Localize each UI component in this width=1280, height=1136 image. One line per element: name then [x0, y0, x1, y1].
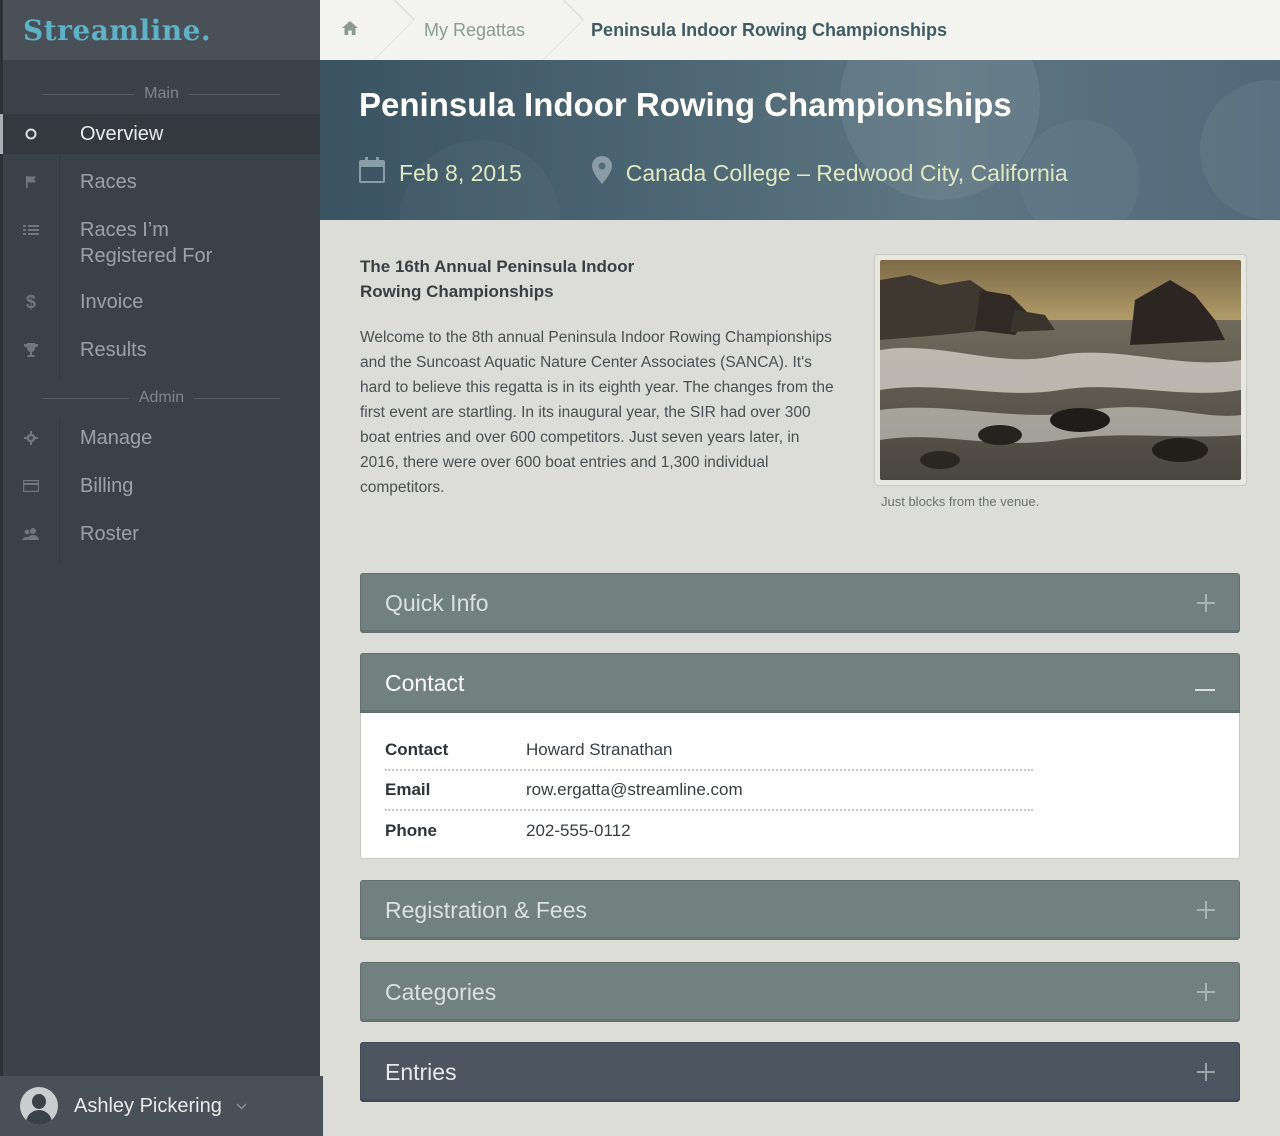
accordion-label: Quick Info	[385, 589, 489, 616]
contact-row: Email row.ergatta@streamline.com	[385, 771, 1033, 811]
intro-paragraph: Welcome to the 8th annual Peninsula Indo…	[360, 329, 834, 496]
accordion-registration-fees[interactable]: Registration & Fees	[360, 880, 1240, 940]
breadcrumb-my-regattas[interactable]: My Regattas	[396, 0, 565, 60]
plus-icon	[1197, 588, 1215, 618]
gear-icon	[3, 418, 59, 458]
event-location-text: Canada College – Redwood City, Californi…	[625, 159, 1068, 186]
credit-card-icon	[3, 466, 59, 506]
event-hero: Peninsula Indoor Rowing Championships Fe…	[320, 60, 1280, 220]
brand-logo[interactable]: Streamline.	[3, 0, 320, 60]
sidebar-item-registered-races[interactable]: Races I’m Registered For	[3, 210, 320, 274]
map-pin-icon	[591, 156, 612, 190]
contact-email-link[interactable]: row.ergatta@streamline.com	[526, 780, 743, 800]
event-meta: Feb 8, 2015 Canada College – Redwood Cit…	[359, 156, 1138, 190]
sidebar-item-label: Overview	[80, 123, 164, 145]
chevron-down-icon[interactable]	[236, 1099, 247, 1113]
user-menu[interactable]: Ashley Pickering	[0, 1076, 323, 1136]
flag-icon	[3, 162, 59, 202]
accordion-label: Contact	[385, 669, 465, 696]
intro-heading: The 16th Annual Peninsula Indoor Rowing …	[360, 257, 635, 301]
contact-row: Phone 202-555-0112	[385, 811, 1033, 851]
section-label-main: Main	[33, 74, 290, 114]
plus-icon	[1197, 1057, 1215, 1087]
sidebar-item-label: Races I’m Registered For	[80, 219, 213, 267]
sidebar-item-label: Billing	[80, 475, 134, 497]
accordion-quick-info[interactable]: Quick Info	[360, 573, 1240, 633]
contact-key: Phone	[385, 821, 437, 840]
breadcrumb-home[interactable]	[320, 0, 396, 60]
accordion-label: Registration & Fees	[385, 896, 587, 923]
accordion-label: Entries	[385, 1058, 457, 1085]
breadcrumb: My Regattas Peninsula Indoor Rowing Cham…	[320, 0, 1280, 60]
sidebar-item-label: Manage	[80, 427, 153, 449]
avatar	[20, 1087, 58, 1125]
venue-image	[880, 260, 1241, 480]
contact-name: Howard Stranathan	[526, 740, 673, 759]
sidebar: Streamline. Main Overview Races Races I’…	[0, 0, 323, 1136]
contact-key: Email	[385, 780, 431, 799]
trophy-icon	[3, 330, 59, 370]
sidebar-item-label: Races	[80, 171, 137, 193]
contact-key: Contact	[385, 740, 449, 759]
page-title: Peninsula Indoor Rowing Championships	[359, 86, 1012, 123]
accordion-entries[interactable]: Entries	[360, 1042, 1240, 1102]
photo-caption: Just blocks from the venue.	[881, 494, 1040, 509]
sidebar-item-label: Invoice	[80, 291, 144, 313]
calendar-icon	[359, 157, 385, 189]
users-icon	[3, 514, 59, 554]
sidebar-item-manage[interactable]: Manage	[3, 418, 320, 458]
accordion-contact[interactable]: Contact	[360, 653, 1240, 713]
user-name: Ashley Pickering	[74, 1094, 222, 1117]
section-label-admin: Admin	[33, 378, 290, 418]
contact-row: Contact Howard Stranathan	[385, 731, 1033, 771]
sidebar-item-results[interactable]: Results	[3, 330, 320, 370]
event-location: Canada College – Redwood City, Californi…	[591, 156, 1068, 190]
sidebar-item-billing[interactable]: Billing	[3, 466, 320, 506]
sidebar-item-invoice[interactable]: $ Invoice	[3, 282, 320, 322]
sidebar-item-roster[interactable]: Roster	[3, 514, 320, 554]
contact-panel: Contact Howard Stranathan Email row.erga…	[360, 713, 1240, 859]
circle-icon	[3, 114, 59, 154]
sidebar-item-label: Roster	[80, 523, 139, 545]
plus-icon	[1197, 977, 1215, 1007]
sidebar-item-overview[interactable]: Overview	[0, 114, 320, 154]
dollar-icon: $	[3, 282, 59, 322]
sidebar-item-races[interactable]: Races	[3, 162, 320, 202]
sidebar-item-label: Results	[80, 339, 147, 361]
accordion-label: Categories	[385, 978, 497, 1005]
plus-icon	[1197, 895, 1215, 925]
event-date-text: Feb 8, 2015	[399, 159, 522, 186]
venue-photo	[874, 254, 1247, 486]
home-icon	[342, 20, 358, 41]
breadcrumb-current: Peninsula Indoor Rowing Championships	[591, 19, 948, 40]
minus-icon	[1195, 668, 1215, 698]
list-icon	[3, 210, 59, 250]
contact-phone: 202-555-0112	[526, 821, 631, 840]
brand-name: Streamline.	[23, 13, 212, 47]
accordion-categories[interactable]: Categories	[360, 962, 1240, 1022]
event-date: Feb 8, 2015	[359, 157, 522, 189]
